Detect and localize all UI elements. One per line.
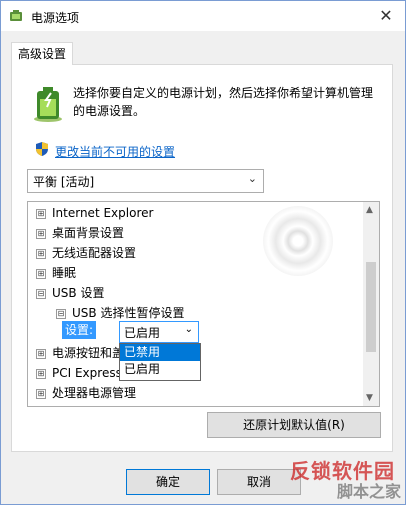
expand-icon[interactable]: ⊞: [36, 249, 46, 259]
usb-suspend-dropdown[interactable]: 已启用 ⌄: [119, 321, 199, 343]
tree-item-wireless-adapter[interactable]: ⊞ 无线适配器设置: [36, 243, 136, 263]
power-plan-value: 平衡 [活动]: [33, 175, 95, 189]
watermark-text-secondary: 脚本之家: [336, 482, 401, 501]
power-options-window: 电源选项 ✕ 高级设置 选择你要自定义的电源计划，然后选择你希望计算机管理的电源…: [0, 0, 406, 505]
tree-item-label: 处理器电源管理: [52, 386, 137, 400]
title-bar: 电源选项 ✕: [1, 1, 405, 31]
power-plan-select[interactable]: 平衡 [活动] ⌄: [27, 169, 264, 193]
tree-item-sleep[interactable]: ⊞ 睡眠: [36, 263, 76, 283]
cancel-button[interactable]: 取消: [217, 469, 301, 495]
dropdown-options-list[interactable]: 已禁用 已启用: [119, 343, 201, 381]
tree-item-power-buttons-lid[interactable]: ⊞ 电源按钮和盖: [36, 343, 124, 363]
collapse-icon[interactable]: ⊟: [56, 309, 66, 319]
expand-icon[interactable]: ⊞: [36, 209, 46, 219]
restore-defaults-button[interactable]: 还原计划默认值(R): [207, 412, 381, 438]
uac-shield-icon: [36, 142, 48, 156]
expand-icon[interactable]: ⊞: [36, 369, 46, 379]
expand-icon[interactable]: ⊞: [36, 349, 46, 359]
power-options-icon: [10, 10, 22, 21]
description-text: 选择你要自定义的电源计划，然后选择你希望计算机管理的电源设置。: [73, 86, 374, 118]
scroll-up-icon[interactable]: ▲: [366, 205, 373, 215]
dropdown-value: 已启用: [124, 326, 161, 340]
tree-scrollbar[interactable]: ▲ ▼: [363, 202, 379, 406]
expand-icon[interactable]: ⊞: [36, 389, 46, 399]
tree-item-label: 无线适配器设置: [52, 246, 137, 260]
chevron-down-icon: ⌄: [184, 324, 193, 335]
tree-item-label: 电源按钮和盖: [52, 346, 125, 360]
tree-item-usb-settings[interactable]: ⊟ USB 设置: [36, 283, 104, 303]
tree-item-pci-express[interactable]: ⊞ PCI Express: [36, 363, 122, 383]
expand-icon[interactable]: ⊞: [36, 229, 46, 239]
scrollbar-thumb[interactable]: [366, 262, 376, 352]
setting-label: 设置:: [62, 321, 97, 339]
tree-item-label: 桌面背景设置: [52, 226, 125, 240]
chevron-down-icon: ⌄: [247, 172, 257, 185]
tree-item-label: USB 设置: [52, 286, 105, 300]
expand-icon[interactable]: ⊞: [36, 269, 46, 279]
tree-item-label: Internet Explorer: [52, 206, 154, 220]
scroll-down-icon[interactable]: ▼: [366, 393, 373, 403]
tree-item-internet-explorer[interactable]: ⊞ Internet Explorer: [36, 203, 153, 223]
loading-swirl-graphic: [263, 206, 333, 276]
collapse-icon[interactable]: ⊟: [36, 289, 46, 299]
window-title: 电源选项: [31, 11, 80, 25]
dropdown-option-disabled[interactable]: 已禁用: [120, 344, 200, 361]
tree-item-processor-power[interactable]: ⊞ 处理器电源管理: [36, 383, 136, 403]
ok-button[interactable]: 确定: [126, 469, 210, 495]
tab-advanced-settings[interactable]: 高级设置: [11, 42, 73, 65]
battery-icon: [34, 87, 62, 122]
tree-item-label: PCI Express: [52, 366, 122, 380]
change-unavailable-settings-link[interactable]: 更改当前不可用的设置: [55, 143, 175, 160]
tree-item-label: 睡眠: [52, 266, 77, 280]
tree-item-desktop-background[interactable]: ⊞ 桌面背景设置: [36, 223, 124, 243]
tree-item-usb-selective-suspend[interactable]: ⊟ USB 选择性暂停设置: [56, 303, 184, 323]
close-icon[interactable]: ✕: [375, 5, 397, 27]
tree-item-label: USB 选择性暂停设置: [72, 306, 185, 320]
dropdown-option-enabled[interactable]: 已启用: [120, 361, 200, 378]
